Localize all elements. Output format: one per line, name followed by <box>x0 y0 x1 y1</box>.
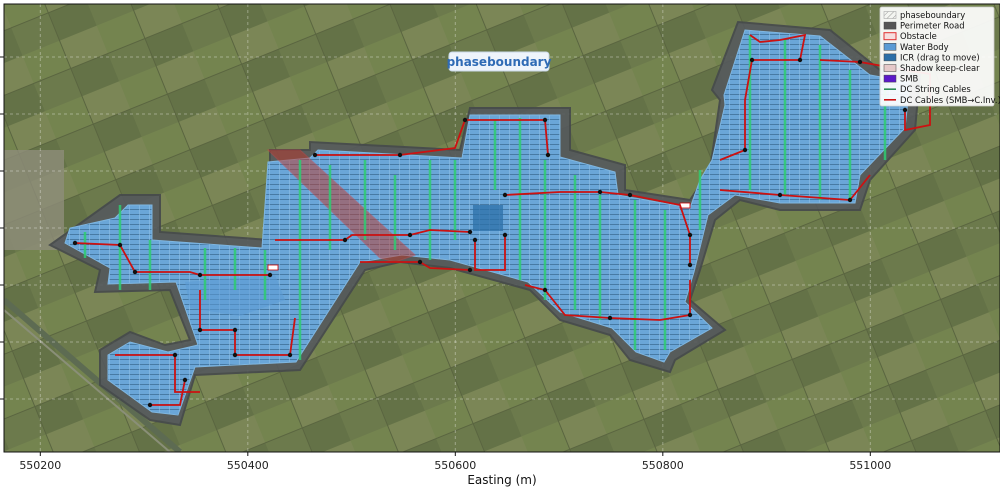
y-ticks <box>0 56 4 400</box>
smb-dot-icon <box>197 272 203 278</box>
smb-dot-icon <box>197 327 203 333</box>
legend-swatch <box>883 64 897 72</box>
smb-dot-icon <box>847 197 853 203</box>
smb-dot-icon <box>397 152 403 158</box>
smb-dot-icon <box>542 287 548 293</box>
phase-label-box: phaseboundary <box>447 51 552 72</box>
phase-label: phaseboundary <box>447 55 552 69</box>
smb-dot-icon <box>172 352 178 358</box>
smb-dot-icon <box>267 272 273 278</box>
legend-swatch <box>883 53 897 62</box>
icr-block-icon[interactable] <box>267 264 279 271</box>
smb-dot-icon <box>749 57 755 63</box>
smb-dot-icon <box>742 147 748 153</box>
smb-dot-icon <box>502 232 508 238</box>
smb-dot-icon <box>417 259 423 265</box>
smb-dot-icon <box>597 189 603 195</box>
smb-dot-icon <box>117 242 123 248</box>
legend-swatch <box>883 74 897 83</box>
smb-dot-icon <box>607 315 613 321</box>
smb-dot-icon <box>542 117 548 123</box>
smb-dot-icon <box>472 237 478 243</box>
legend: phaseboundaryPerimeter RoadObstacleWater… <box>879 6 1000 107</box>
legend-item-phaseboundary: phaseboundary <box>883 10 965 20</box>
legend-label: ICR (drag to move) <box>900 52 980 62</box>
legend-label: DC Cables (SMB→C.Inv.) <box>900 95 1000 105</box>
smb-dot-icon <box>287 352 293 358</box>
legend-item-water: Water Body <box>883 42 949 52</box>
smb-dot-icon <box>902 107 908 113</box>
smb-dot-icon <box>687 262 693 268</box>
x-axis: 550200 550400 550600 550800 551000 <box>19 452 891 472</box>
legend-label: phaseboundary <box>900 10 965 20</box>
x-axis-label: Easting (m) <box>467 473 536 487</box>
legend-swatch <box>883 43 897 51</box>
smb-dot-icon <box>182 377 188 383</box>
legend-item-dc_cables: DC Cables (SMB→C.Inv.) <box>884 95 1000 105</box>
legend-label: Perimeter Road <box>900 21 965 31</box>
icr-block-icon[interactable] <box>473 205 503 231</box>
smb-dot-icon <box>342 237 348 243</box>
x-tick-label: 550800 <box>642 459 684 472</box>
smb-dot-icon <box>72 240 78 246</box>
smb-dot-icon <box>407 232 413 238</box>
legend-item-smb: SMB <box>883 74 919 84</box>
smb-dot-icon <box>232 327 238 333</box>
smb-dot-icon <box>777 192 783 198</box>
legend-swatch <box>883 21 897 30</box>
legend-label: Water Body <box>900 42 949 52</box>
legend-label: SMB <box>900 74 919 84</box>
smb-dot-icon <box>467 229 473 235</box>
smb-dot-icon <box>147 402 153 408</box>
site-layout-map[interactable]: phaseboundary 550200 550400 550600 550800 55… <box>0 0 1000 490</box>
smb-dot-icon <box>797 57 803 63</box>
smb-dot-icon <box>502 192 508 198</box>
smb-dot-icon <box>312 152 318 158</box>
smb-dot-icon <box>627 192 633 198</box>
legend-label: Obstacle <box>900 31 937 41</box>
legend-label: DC String Cables <box>900 84 971 94</box>
x-tick-label: 550600 <box>434 459 476 472</box>
smb-dot-icon <box>467 267 473 273</box>
smb-dot-icon <box>687 232 693 238</box>
smb-dot-icon <box>857 59 863 65</box>
smb-dot-icon <box>545 152 551 158</box>
x-tick-label: 550400 <box>227 459 269 472</box>
legend-swatch <box>883 32 897 41</box>
x-tick-label: 551000 <box>849 459 891 472</box>
smb-dot-icon <box>462 117 468 123</box>
legend-label: Shadow keep-clear <box>900 63 980 73</box>
smb-dot-icon <box>232 352 238 358</box>
smb-dot-icon <box>132 269 138 275</box>
x-tick-label: 550200 <box>19 459 61 472</box>
smb-dot-icon <box>687 312 693 318</box>
legend-item-obstacle: Obstacle <box>883 31 937 41</box>
legend-item-perimeter: Perimeter Road <box>883 21 965 31</box>
legend-swatch <box>883 11 897 19</box>
